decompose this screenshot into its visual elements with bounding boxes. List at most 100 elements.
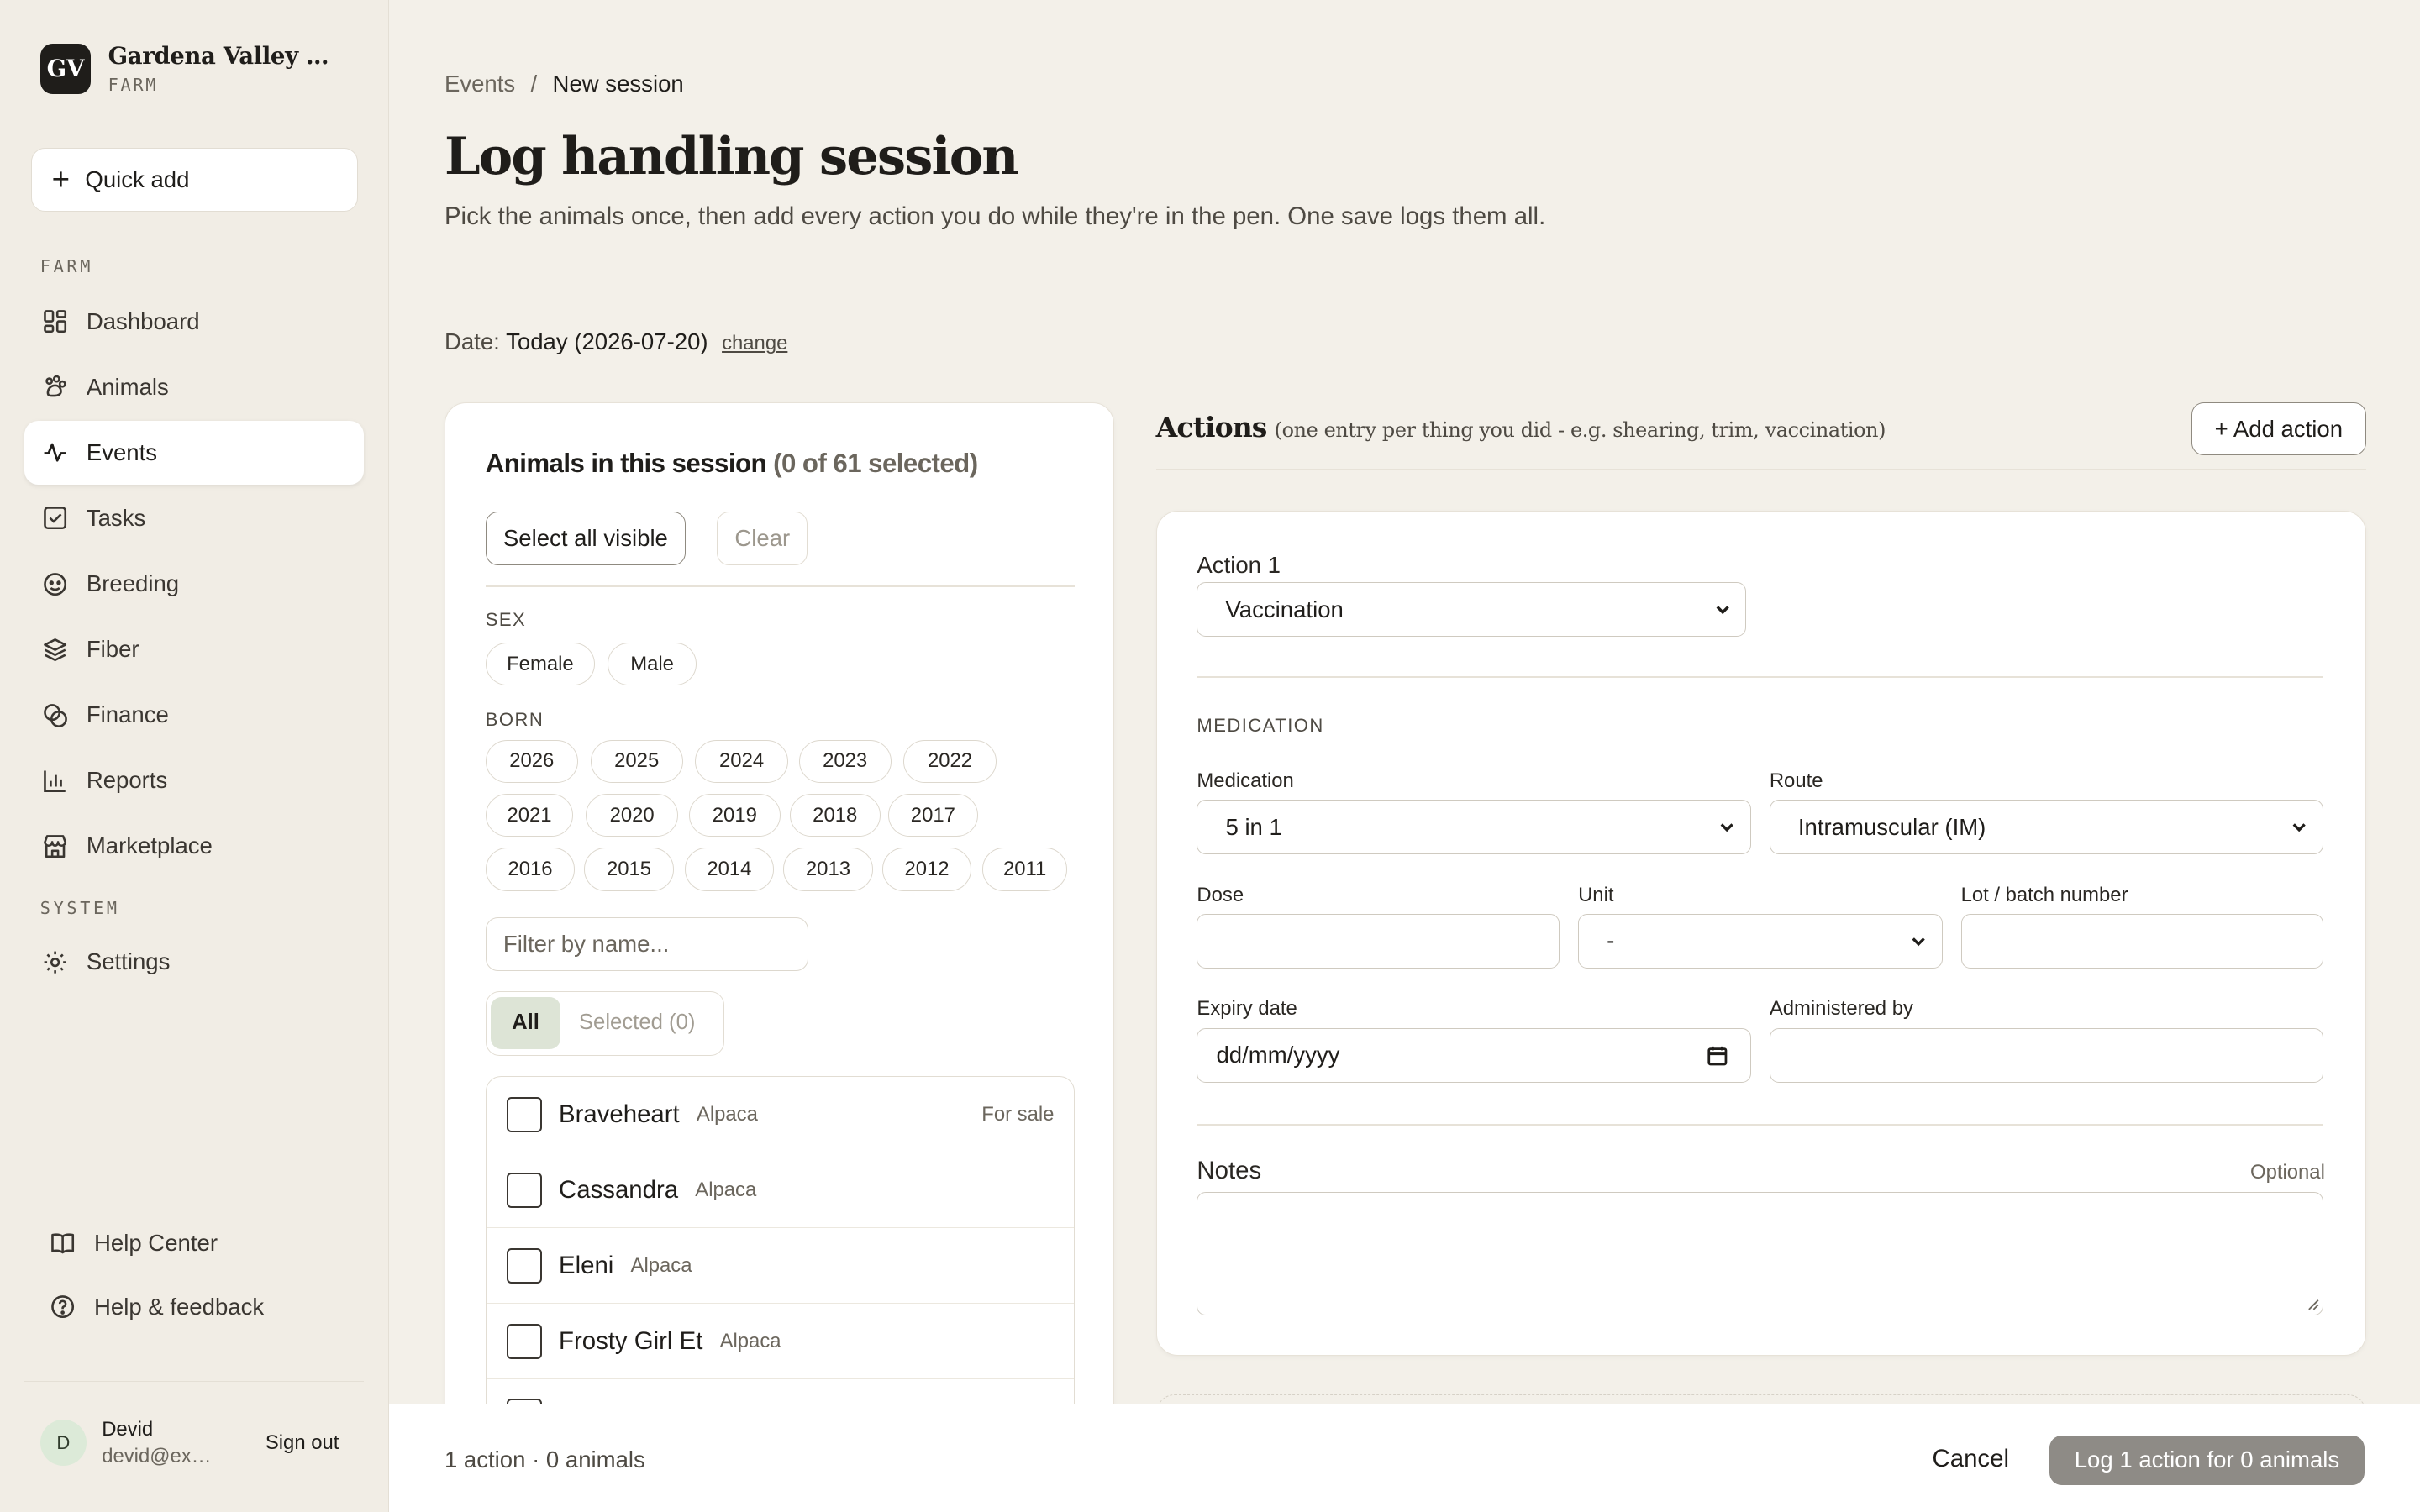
chip-year[interactable]: 2013: [783, 848, 873, 891]
animal-name: Eleni: [559, 1251, 614, 1279]
sidebar-item-dashboard[interactable]: Dashboard: [24, 290, 364, 353]
chip-year[interactable]: 2023: [798, 739, 892, 784]
breeding-icon: [43, 572, 66, 596]
sidebar-item-marketplace[interactable]: Marketplace: [24, 815, 364, 878]
log-session-button[interactable]: Log 1 action for 0 animals: [2049, 1436, 2365, 1485]
list-item[interactable]: Eleni Alpaca: [486, 1228, 1075, 1305]
sidebar-item-tasks[interactable]: Tasks: [24, 486, 364, 549]
chip-year[interactable]: 2015: [584, 848, 674, 891]
chip-year[interactable]: 2011: [982, 848, 1068, 891]
animal-checkbox[interactable]: [506, 1247, 542, 1284]
add-action-button[interactable]: + Add action: [2191, 402, 2366, 455]
breadcrumb: Events / New session: [445, 71, 684, 97]
farm-section-label: FARM: [39, 255, 94, 276]
sidebar-item-label: Dashboard: [86, 307, 200, 334]
chip-year[interactable]: 2024: [695, 739, 788, 784]
brand-logo: GV: [39, 43, 92, 95]
sidebar-item-label: Settings: [86, 948, 171, 975]
chip-year[interactable]: 2014: [684, 848, 775, 891]
breadcrumb-events-link[interactable]: Events: [445, 71, 515, 97]
filter-by-name-input[interactable]: [485, 916, 808, 972]
animal-name: Braveheart: [559, 1100, 680, 1128]
chip-female[interactable]: Female: [485, 643, 596, 686]
farm-name: Gardena Valley Alp...: [108, 43, 340, 71]
sidebar-item-breeding[interactable]: Breeding: [24, 552, 364, 615]
chip-year[interactable]: 2016: [485, 848, 576, 891]
action-label: Action 1: [1197, 551, 1281, 578]
lot-input[interactable]: [1960, 914, 2324, 969]
chip-year[interactable]: 2018: [789, 794, 881, 837]
divider: [485, 585, 1076, 587]
sidebar-item-reports[interactable]: Reports: [24, 749, 364, 812]
chip-year[interactable]: 2012: [881, 848, 972, 891]
sidebar-item-finance[interactable]: Finance: [24, 684, 364, 747]
sidebar-item-label: Breeding: [86, 570, 180, 597]
sidebar-item-fiber[interactable]: Fiber: [24, 618, 364, 681]
sidebar-item-label: Animals: [86, 373, 169, 400]
page-title: Log handling session: [444, 126, 1018, 186]
tab-selected[interactable]: Selected (0): [579, 997, 696, 1049]
chevron-down-icon: [1716, 606, 1729, 615]
user-email: devid@example.com: [102, 1444, 219, 1467]
unit-label: Unit: [1578, 883, 1614, 906]
divider: [1197, 1124, 2324, 1126]
chip-year[interactable]: 2025: [590, 739, 683, 784]
change-date-link[interactable]: change: [722, 332, 787, 355]
brand[interactable]: GV Gardena Valley Alp... FARM: [39, 43, 340, 95]
animal-checkbox[interactable]: [506, 1323, 542, 1359]
help-center-label: Help Center: [94, 1230, 218, 1257]
select-all-visible-button[interactable]: Select all visible: [485, 511, 687, 566]
chip-male[interactable]: Male: [607, 643, 697, 686]
sidebar-item-events[interactable]: Events: [24, 421, 365, 485]
expiry-date-input[interactable]: dd/mm/yyyy: [1197, 1028, 1751, 1083]
chip-year[interactable]: 2020: [586, 794, 679, 837]
sidebar-nav: Dashboard Animals Events Tasks Breeding …: [24, 290, 365, 879]
quick-add-label: Quick add: [85, 165, 190, 192]
animal-species: Alpaca: [695, 1178, 757, 1201]
sidebar-item-animals[interactable]: Animals: [24, 355, 364, 418]
notes-textarea[interactable]: [1197, 1191, 2324, 1315]
sidebar-item-label: Reports: [86, 767, 168, 794]
cancel-button[interactable]: Cancel: [1933, 1445, 2009, 1473]
dose-input[interactable]: [1197, 914, 1560, 969]
action-type-select[interactable]: Vaccination: [1197, 582, 1747, 637]
list-item[interactable]: Cassandra Alpaca: [486, 1152, 1075, 1229]
list-item[interactable]: Frosty Girl Et Alpaca: [486, 1304, 1075, 1380]
chip-year[interactable]: 2022: [903, 739, 997, 784]
help-center-link[interactable]: Help Center: [31, 1213, 358, 1274]
animal-species: Alpaca: [630, 1253, 692, 1277]
expiry-label: Expiry date: [1197, 997, 1297, 1021]
unit-select[interactable]: -: [1578, 914, 1943, 969]
lot-label: Lot / batch number: [1960, 883, 2128, 906]
help-feedback-label: Help & feedback: [94, 1293, 265, 1320]
paw-icon: [45, 375, 66, 397]
chip-year[interactable]: 2026: [485, 739, 578, 784]
date-label: Date:: [444, 328, 500, 355]
chip-year[interactable]: 2021: [485, 794, 574, 837]
administered-by-input[interactable]: [1769, 1028, 2324, 1083]
clear-button[interactable]: Clear: [717, 511, 808, 566]
user-name: Devid: [102, 1417, 154, 1441]
layers-icon: [43, 638, 66, 661]
chip-year[interactable]: 2017: [888, 794, 978, 837]
system-section-label: SYSTEM: [39, 897, 120, 918]
list-item[interactable]: Braveheart Alpaca For sale: [486, 1077, 1075, 1153]
sidebar-item-settings[interactable]: Settings: [24, 931, 364, 994]
tab-all[interactable]: All: [491, 996, 560, 1050]
chip-year[interactable]: 2019: [689, 794, 781, 837]
plus-icon: +: [51, 161, 71, 197]
resize-grip-icon[interactable]: [2307, 1299, 2320, 1311]
animal-name: Frosty Girl Et: [559, 1326, 703, 1355]
sidebar: GV Gardena Valley Alp... FARM + Quick ad…: [0, 0, 389, 1512]
calendar-icon[interactable]: [1707, 1045, 1728, 1067]
medication-select[interactable]: 5 in 1: [1197, 800, 1751, 854]
animal-checkbox[interactable]: [506, 1172, 542, 1208]
help-feedback-link[interactable]: Help & feedback: [31, 1276, 358, 1337]
animal-checkbox[interactable]: [506, 1096, 542, 1132]
quick-add-button[interactable]: + Quick add: [30, 148, 359, 212]
medication-value: 5 in 1: [1225, 813, 1282, 840]
divider: [1155, 469, 2366, 471]
route-select[interactable]: Intramuscular (IM): [1769, 800, 2324, 854]
sign-out-button[interactable]: Sign out: [266, 1431, 339, 1455]
avatar: D: [39, 1420, 87, 1467]
